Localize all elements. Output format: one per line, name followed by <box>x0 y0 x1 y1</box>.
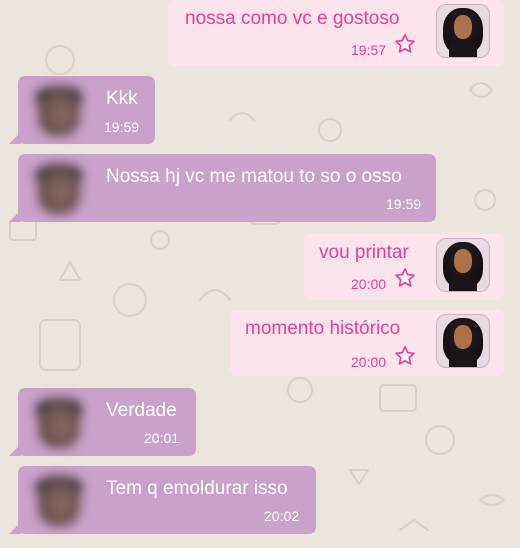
message-time: 20:00 <box>351 354 387 370</box>
message-time: 20:00 <box>351 276 387 292</box>
message-bubble-outgoing[interactable]: nossa como vc e gostoso 19:57 <box>168 0 504 66</box>
message-text: Kkk <box>106 88 138 109</box>
profile-photo-icon[interactable] <box>32 398 84 450</box>
message-bubble-incoming[interactable]: Verdade 20:01 <box>9 388 196 456</box>
message-time: 19:59 <box>386 196 422 212</box>
message-bubble-incoming[interactable]: Kkk 19:59 <box>9 76 155 144</box>
profile-photo-icon[interactable] <box>436 314 490 368</box>
message-bubble-incoming[interactable]: Nossa hj vc me matou to so o osso 19:59 <box>9 154 436 222</box>
star-icon <box>395 34 415 53</box>
star-icon <box>395 268 415 287</box>
message-text: Tem q emoldurar isso <box>106 478 288 499</box>
message-text: nossa como vc e gostoso <box>185 8 400 29</box>
message-text: Verdade <box>106 400 177 421</box>
message-bubble-outgoing[interactable]: vou printar 20:00 <box>304 234 504 300</box>
profile-photo-icon[interactable] <box>32 164 84 216</box>
profile-photo-icon[interactable] <box>32 86 84 138</box>
message-time: 20:01 <box>144 430 180 446</box>
message-text: Nossa hj vc me matou to so o osso <box>106 166 402 187</box>
message-bubble-outgoing[interactable]: momento histórico 20:00 <box>230 310 504 376</box>
profile-photo-icon[interactable] <box>436 4 490 58</box>
message-text: momento histórico <box>245 318 401 339</box>
profile-photo-icon[interactable] <box>32 476 84 528</box>
message-time: 20:02 <box>264 508 300 524</box>
message-bubble-incoming[interactable]: Tem q emoldurar isso 20:02 <box>9 466 316 534</box>
message-time: 19:57 <box>351 42 387 58</box>
star-icon <box>395 346 415 365</box>
profile-photo-icon[interactable] <box>436 238 490 292</box>
message-time: 19:59 <box>104 119 140 135</box>
message-text: vou printar <box>319 242 409 263</box>
